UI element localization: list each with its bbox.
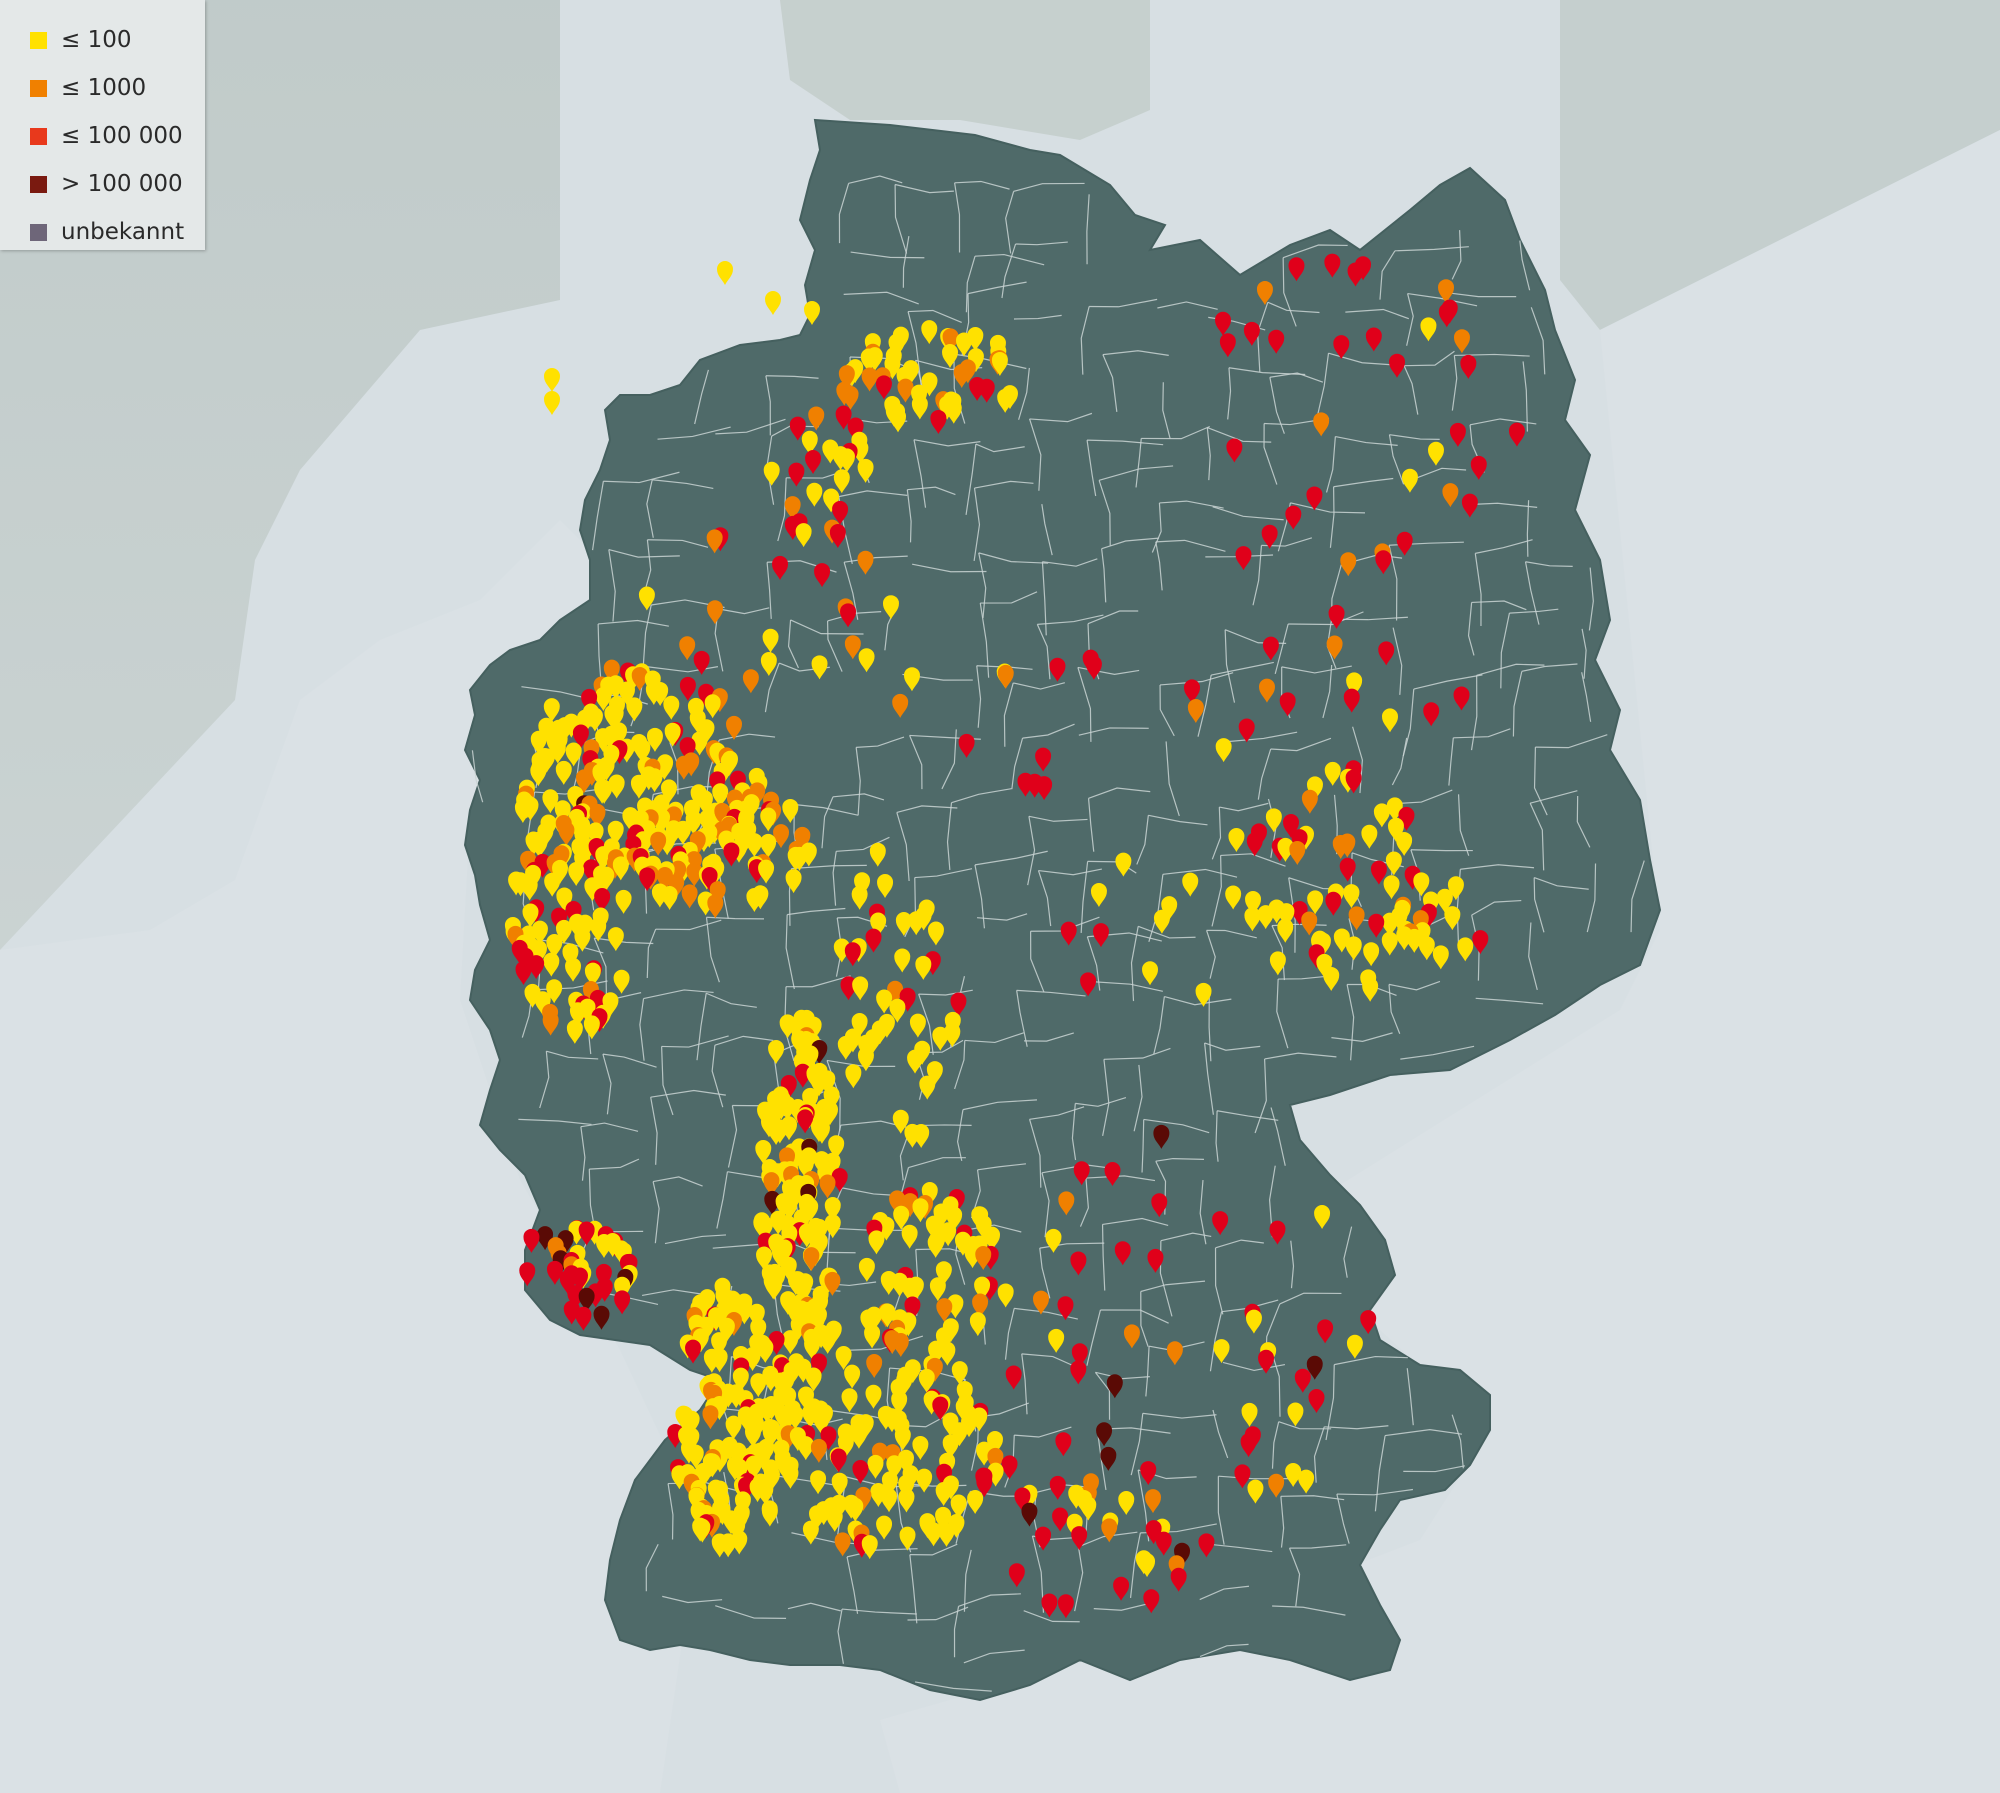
legend-label: > 100 000 [61,171,183,197]
legend-label: ≤ 100 [61,27,132,53]
legend-label: unbekannt [61,219,185,245]
legend: ≤ 100 ≤ 1000 ≤ 100 000 > 100 000 unbekan… [0,0,205,250]
map-root[interactable]: ≤ 100 ≤ 1000 ≤ 100 000 > 100 000 unbekan… [0,0,2000,1793]
legend-item-le-1000: ≤ 1000 [0,64,205,112]
germany-map[interactable] [0,0,2000,1793]
legend-item-unknown: unbekannt [0,208,205,256]
legend-item-le-100000: ≤ 100 000 [0,112,205,160]
legend-swatch-orange [30,79,47,97]
legend-swatch-dark-red [30,175,47,193]
legend-swatch-grey [30,223,47,241]
legend-label: ≤ 100 000 [61,123,183,149]
legend-label: ≤ 1000 [61,75,147,101]
legend-swatch-red [30,127,47,145]
legend-item-gt-100000: > 100 000 [0,160,205,208]
legend-item-le-100: ≤ 100 [0,16,205,64]
legend-swatch-yellow [30,31,47,49]
